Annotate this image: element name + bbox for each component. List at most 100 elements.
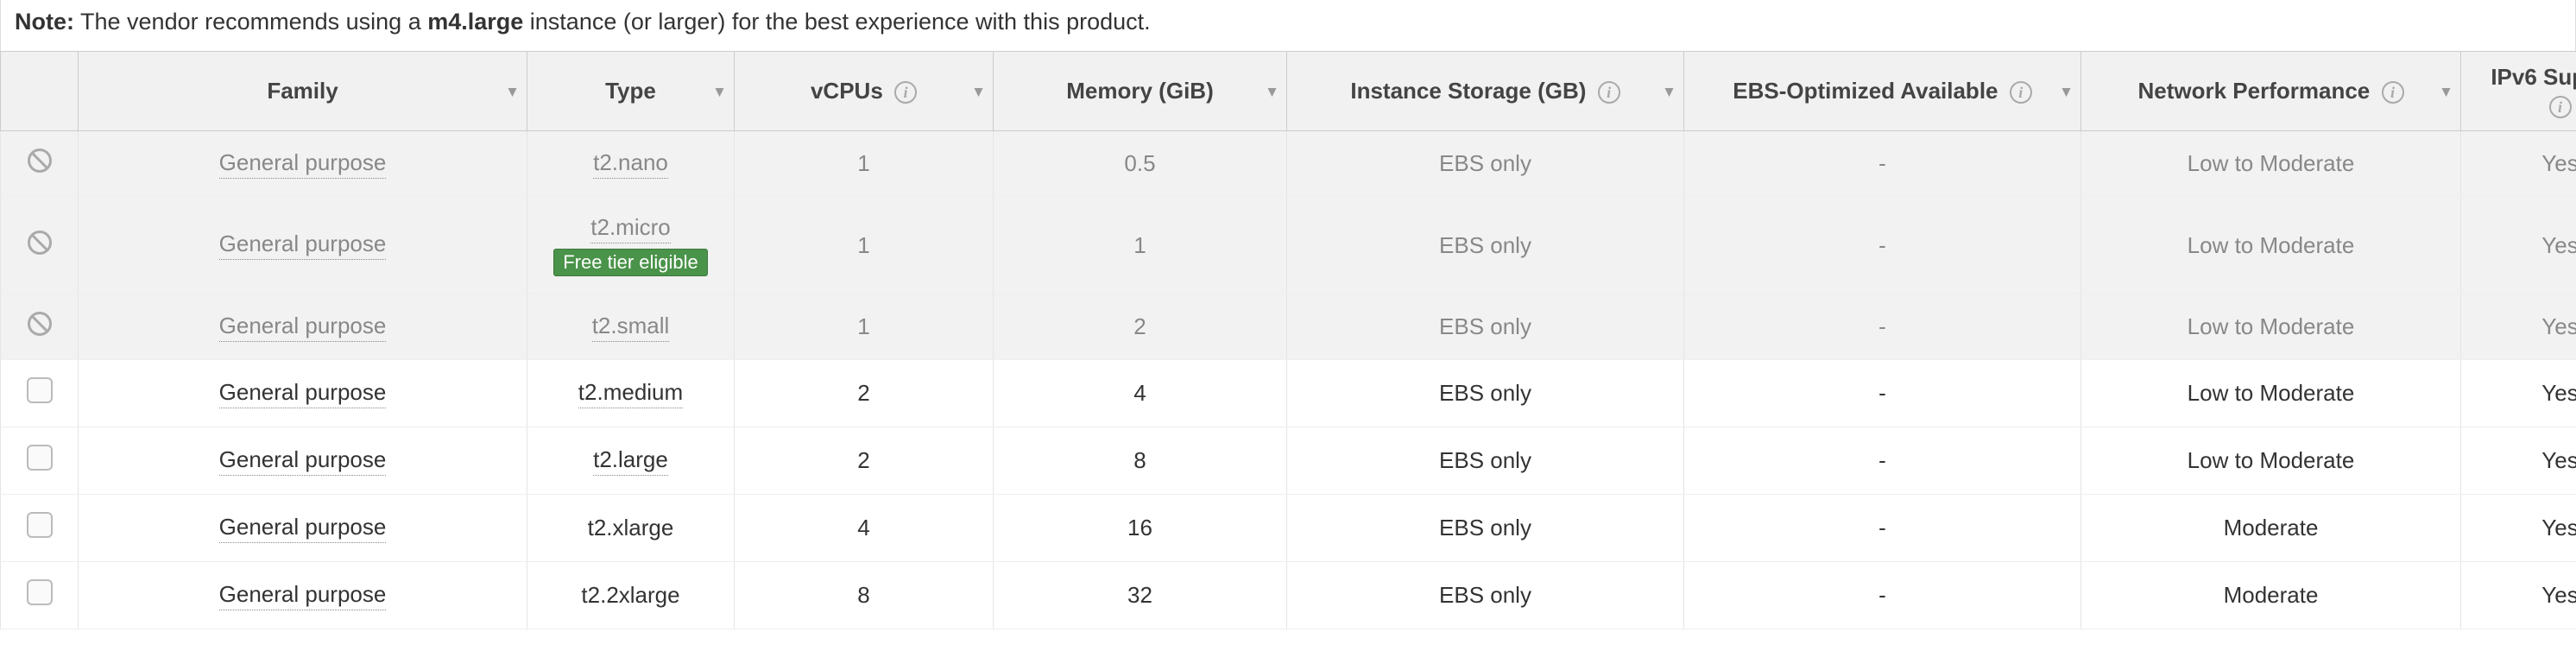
table-row[interactable]: General purposet2.xlarge416EBS only-Mode… (1, 495, 2576, 562)
header-label: IPv6 Support (2491, 64, 2576, 91)
family-link[interactable]: General purpose (219, 313, 387, 342)
ipv6-cell: Yes (2461, 294, 2576, 360)
type-cell: t2.xlarge (527, 495, 735, 562)
column-header-vcpus[interactable]: vCPUs i ▾ (735, 52, 994, 131)
column-header-storage[interactable]: Instance Storage (GB) i ▾ (1287, 52, 1684, 131)
type-link[interactable]: t2.small (592, 313, 670, 342)
row-checkbox[interactable] (27, 512, 53, 538)
ipv6-cell: Yes (2461, 562, 2576, 629)
ipv6-cell: Yes (2461, 131, 2576, 197)
select-cell[interactable] (1, 562, 79, 629)
type-link[interactable]: t2.micro (590, 214, 670, 243)
column-header-select (1, 52, 79, 131)
family-cell: General purpose (79, 131, 527, 197)
family-cell: General purpose (79, 360, 527, 427)
type-link: t2.xlarge (588, 515, 674, 540)
ebs-cell: - (1684, 360, 2081, 427)
table-row[interactable]: General purposet2.large28EBS only-Low to… (1, 427, 2576, 495)
vcpus-cell: 1 (735, 294, 994, 360)
info-icon[interactable]: i (1598, 81, 1620, 104)
ebs-cell: - (1684, 562, 2081, 629)
table-row[interactable]: General purpose t2.micro Free tier eligibl… (1, 197, 2576, 294)
header-label: Network Performance (2138, 78, 2371, 104)
row-checkbox[interactable] (27, 579, 53, 605)
info-icon[interactable]: i (2382, 81, 2404, 104)
select-cell (1, 197, 79, 294)
column-header-ipv6[interactable]: IPv6 Support i ▾ (2461, 52, 2576, 131)
table-row[interactable]: General purposet2.nano10.5EBS only-Low t… (1, 131, 2576, 197)
column-header-type[interactable]: Type ▾ (527, 52, 735, 131)
family-cell: General purpose (79, 495, 527, 562)
vcpus-cell: 1 (735, 197, 994, 294)
instance-type-table: Family ▾ Type ▾ vCPUs i ▾ Memory (GiB) ▾… (0, 51, 2576, 629)
column-header-ebs[interactable]: EBS-Optimized Available i ▾ (1684, 52, 2081, 131)
storage-cell: EBS only (1287, 562, 1684, 629)
sort-caret-icon[interactable]: ▾ (508, 82, 516, 100)
note-prefix: Note: (15, 9, 74, 35)
family-link[interactable]: General purpose (219, 514, 387, 543)
row-checkbox[interactable] (27, 445, 53, 471)
ebs-cell: - (1684, 131, 2081, 197)
info-icon[interactable]: i (2010, 81, 2032, 104)
memory-cell: 16 (994, 495, 1287, 562)
table-row[interactable]: General purposet2.small12EBS only-Low to… (1, 294, 2576, 360)
type-link[interactable]: t2.nano (593, 149, 668, 179)
sort-caret-icon[interactable]: ▾ (975, 82, 982, 100)
storage-cell: EBS only (1287, 294, 1684, 360)
select-cell (1, 131, 79, 197)
sort-caret-icon[interactable]: ▾ (1665, 82, 1673, 100)
ebs-cell: - (1684, 294, 2081, 360)
type-cell: t2.medium (527, 360, 735, 427)
memory-cell: 1 (994, 197, 1287, 294)
free-tier-badge: Free tier eligible (553, 249, 708, 276)
type-cell: t2.micro Free tier eligible (527, 197, 735, 294)
table-row[interactable]: General purposet2.2xlarge832EBS only-Mod… (1, 562, 2576, 629)
column-header-memory[interactable]: Memory (GiB) ▾ (994, 52, 1287, 131)
row-checkbox[interactable] (27, 377, 53, 403)
storage-cell: EBS only (1287, 427, 1684, 495)
vcpus-cell: 4 (735, 495, 994, 562)
network-cell: Moderate (2081, 562, 2461, 629)
type-cell: t2.2xlarge (527, 562, 735, 629)
header-label: Instance Storage (GB) (1350, 78, 1586, 104)
column-header-network[interactable]: Network Performance i ▾ (2081, 52, 2461, 131)
storage-cell: EBS only (1287, 495, 1684, 562)
ebs-cell: - (1684, 495, 2081, 562)
family-link[interactable]: General purpose (219, 149, 387, 179)
sort-caret-icon[interactable]: ▾ (2062, 82, 2070, 100)
storage-cell: EBS only (1287, 360, 1684, 427)
memory-cell: 4 (994, 360, 1287, 427)
family-link[interactable]: General purpose (219, 446, 387, 476)
sort-caret-icon[interactable]: ▾ (716, 82, 723, 100)
network-cell: Low to Moderate (2081, 197, 2461, 294)
select-cell[interactable] (1, 495, 79, 562)
table-row[interactable]: General purposet2.medium24EBS only-Low t… (1, 360, 2576, 427)
ipv6-cell: Yes (2461, 360, 2576, 427)
header-label: Type (605, 78, 656, 104)
type-link[interactable]: t2.large (593, 446, 668, 476)
ipv6-cell: Yes (2461, 495, 2576, 562)
vendor-note: Note: The vendor recommends using a m4.l… (0, 0, 2576, 51)
disabled-icon (28, 149, 52, 173)
disabled-icon (28, 231, 52, 255)
note-text-before: The vendor recommends using a (74, 9, 427, 35)
memory-cell: 32 (994, 562, 1287, 629)
family-link[interactable]: General purpose (219, 581, 387, 610)
type-link[interactable]: t2.medium (578, 379, 683, 408)
select-cell[interactable] (1, 360, 79, 427)
memory-cell: 0.5 (994, 131, 1287, 197)
family-link[interactable]: General purpose (219, 379, 387, 408)
type-cell: t2.large (527, 427, 735, 495)
sort-caret-icon[interactable]: ▾ (1268, 82, 1276, 100)
sort-caret-icon[interactable]: ▾ (2442, 82, 2450, 100)
header-label: EBS-Optimized Available (1733, 78, 1998, 104)
column-header-family[interactable]: Family ▾ (79, 52, 527, 131)
info-icon[interactable]: i (2549, 96, 2572, 118)
info-icon[interactable]: i (894, 81, 917, 104)
select-cell[interactable] (1, 427, 79, 495)
header-label: Family (267, 78, 338, 104)
family-cell: General purpose (79, 562, 527, 629)
family-link[interactable]: General purpose (219, 231, 387, 260)
note-instance-type: m4.large (427, 9, 523, 35)
network-cell: Low to Moderate (2081, 360, 2461, 427)
